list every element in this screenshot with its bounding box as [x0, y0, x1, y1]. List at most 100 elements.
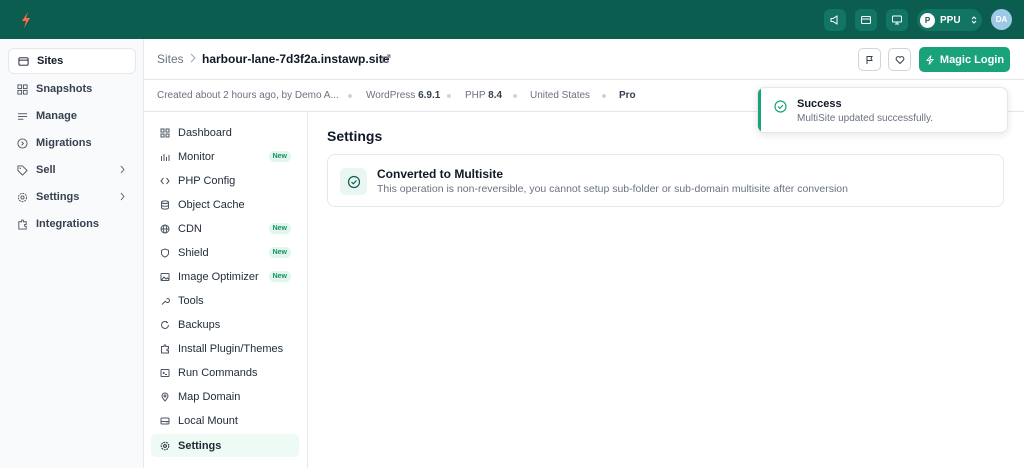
hard-drive-icon	[160, 417, 170, 424]
wrench-icon	[161, 297, 170, 305]
subnav-item-object-cache[interactable]: Object Cache	[151, 193, 299, 216]
favorite-button[interactable]	[888, 48, 911, 71]
separator-dot	[348, 94, 352, 98]
window-icon	[18, 56, 29, 66]
subnav-item-label: Shield	[178, 246, 209, 259]
php-version: PHP 8.4	[465, 90, 502, 101]
chevron-right-icon	[120, 165, 125, 174]
check-circle-icon	[774, 100, 787, 113]
logo-bolt-icon[interactable]	[19, 12, 33, 28]
magic-login-label: Magic Login	[939, 53, 1005, 66]
subnav-item-backups[interactable]: Backups	[151, 313, 299, 336]
terminal-icon	[160, 368, 170, 377]
breadcrumb-sites-link[interactable]: Sites	[157, 52, 184, 66]
subnav-item-label: PHP Config	[178, 174, 236, 187]
new-badge: New	[268, 247, 291, 258]
subnav-item-map-domain[interactable]: Map Domain	[151, 385, 299, 408]
globe-icon	[160, 224, 170, 233]
check-circle-icon	[347, 175, 360, 188]
subnav-item-run-commands[interactable]: Run Commands	[151, 361, 299, 384]
plan-label: PPU	[940, 14, 961, 26]
code-icon	[160, 177, 170, 184]
sidebar-item-manage[interactable]: Manage	[8, 103, 136, 129]
subnav-item-local-mount[interactable]: Local Mount	[151, 409, 299, 432]
subnav-item-label: Dashboard	[178, 126, 232, 139]
subnav-item-label: Local Mount	[178, 414, 238, 427]
subnav-item-label: Run Commands	[178, 366, 258, 379]
puzzle-icon	[18, 218, 27, 230]
site-subnav: Dashboard Monitor New PHP Config Object …	[144, 112, 308, 468]
separator-dot	[513, 94, 517, 98]
php-label: PHP	[465, 90, 486, 101]
chevron-updown-icon	[971, 16, 976, 24]
tag-icon	[17, 164, 28, 176]
menu-lines-icon	[17, 112, 28, 120]
subnav-item-monitor[interactable]: Monitor New	[151, 145, 299, 168]
sidebar-item-integrations[interactable]: Integrations	[8, 211, 136, 237]
subnav-item-image-optimizer[interactable]: Image Optimizer New	[151, 265, 299, 288]
map-pin-icon	[161, 392, 169, 402]
subnav-item-settings[interactable]: Settings	[151, 434, 299, 457]
sidebar-item-label: Settings	[36, 191, 80, 203]
sidebar-item-sites[interactable]: Sites	[8, 48, 136, 74]
sidebar-item-label: Manage	[36, 110, 77, 122]
credit-card-icon	[861, 16, 871, 24]
monitor-icon	[892, 15, 902, 25]
subnav-item-label: Image Optimizer	[178, 270, 259, 283]
flag-button[interactable]	[858, 48, 881, 71]
subnav-item-label: Object Cache	[178, 198, 245, 211]
announcements-button[interactable]	[824, 9, 846, 31]
subnav-item-tools[interactable]: Tools	[151, 289, 299, 312]
sidebar-item-sell[interactable]: Sell	[8, 157, 136, 183]
subnav-item-php-config[interactable]: PHP Config	[151, 169, 299, 192]
subnav-item-label: Map Domain	[178, 390, 241, 403]
subnav-item-shield[interactable]: Shield New	[151, 241, 299, 264]
new-badge: New	[268, 223, 291, 234]
wordpress-label: WordPress	[366, 90, 416, 101]
card-description: This operation is non-reversible, you ca…	[377, 183, 848, 195]
php-version-value: 8.4	[488, 90, 503, 101]
sidebar-item-label: Sites	[37, 55, 64, 67]
subnav-item-label: Tools	[178, 294, 204, 307]
billing-button[interactable]	[855, 9, 877, 31]
card-title: Converted to Multisite	[377, 167, 504, 181]
toast-title: Success	[797, 98, 842, 110]
subnav-item-label: Monitor	[178, 150, 215, 163]
sidebar-item-label: Migrations	[36, 137, 92, 149]
sidebar-item-settings[interactable]: Settings	[8, 184, 136, 210]
sidebar-item-snapshots[interactable]: Snapshots	[8, 76, 136, 102]
plan-initial-badge: P	[920, 12, 935, 28]
chevron-right-icon	[120, 192, 125, 201]
separator-dot	[447, 94, 451, 98]
megaphone-icon	[830, 15, 838, 25]
subnav-item-cdn[interactable]: CDN New	[151, 217, 299, 240]
toast-accent-bar	[758, 88, 761, 132]
sidebar: Sites Snapshots Manage Migrations Sell S…	[0, 39, 144, 468]
refresh-icon	[161, 320, 169, 329]
subnav-item-dashboard[interactable]: Dashboard	[151, 121, 299, 144]
display-button[interactable]	[886, 9, 908, 31]
page-title: Settings	[327, 128, 383, 144]
circle-arrow-icon	[17, 137, 28, 149]
grid-icon	[160, 128, 170, 137]
magic-login-button[interactable]: Magic Login	[919, 47, 1010, 72]
database-icon	[161, 199, 169, 210]
user-avatar[interactable]: DA	[991, 9, 1012, 30]
gear-icon	[160, 441, 170, 450]
site-country: United States	[530, 90, 591, 101]
subnav-item-label: CDN	[178, 222, 202, 235]
site-header: Sites harbour-lane-7d3f2a.instawp.site M…	[144, 39, 1024, 80]
success-toast[interactable]: Success MultiSite updated successfully.	[757, 87, 1008, 133]
gear-icon	[17, 192, 28, 202]
site-name: harbour-lane-7d3f2a.instawp.site	[202, 52, 390, 66]
new-badge: New	[268, 271, 291, 282]
image-icon	[160, 272, 170, 281]
toast-message: MultiSite updated successfully.	[797, 113, 933, 124]
sidebar-item-migrations[interactable]: Migrations	[8, 130, 136, 156]
shield-icon	[161, 247, 169, 258]
flag-icon	[866, 55, 873, 64]
external-link-icon[interactable]	[382, 54, 391, 63]
subnav-item-label: Settings	[178, 439, 222, 452]
plan-switcher[interactable]: P PPU	[917, 9, 982, 31]
subnav-item-install-plugin-themes[interactable]: Install Plugin/Themes	[151, 337, 299, 360]
